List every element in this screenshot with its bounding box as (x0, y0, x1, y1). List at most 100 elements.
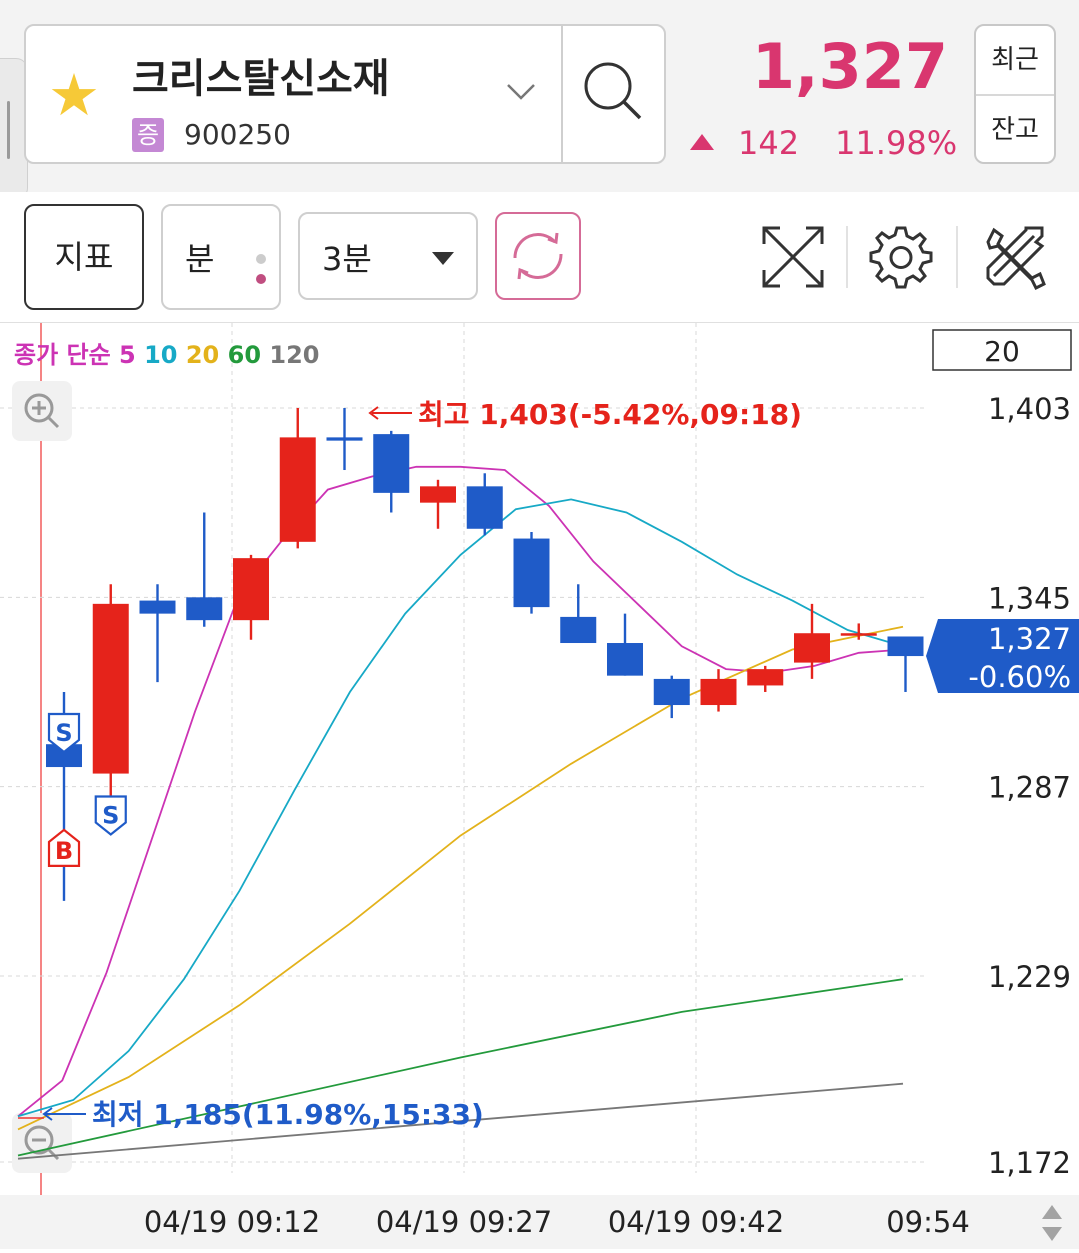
divider (956, 226, 958, 288)
legend-prefix: 종가 단순 (14, 341, 119, 369)
ma-line-10 (17, 498, 904, 1118)
candle (326, 408, 363, 471)
ma-line-20 (17, 625, 904, 1131)
zoom-out-icon[interactable] (12, 1113, 72, 1173)
candle-body (466, 486, 503, 529)
period-value: 20 (984, 335, 1020, 368)
candle-body (373, 434, 410, 493)
candle-body (279, 437, 316, 542)
change-percent: 11.98% (835, 124, 958, 162)
search-icon[interactable] (578, 56, 650, 128)
up-down-icon[interactable] (1040, 1203, 1064, 1243)
indicator-button[interactable]: 지표 (24, 204, 144, 310)
chart-svg[interactable]: 종가 단순 5 10 20 60 120 20SBS최고 1,403(-5.42%… (0, 323, 1079, 1195)
candle (747, 665, 784, 692)
interval-select[interactable]: 3분 (298, 212, 478, 300)
y-tick-label: 1,345 (988, 581, 1071, 615)
marker-label: S (55, 719, 72, 747)
candle-body (139, 600, 176, 614)
ma-line-5 (17, 465, 904, 1117)
candle-body (607, 643, 643, 676)
zoom-button-bg (12, 381, 72, 441)
candle-body (560, 616, 597, 644)
price-change: 142 11.98% (690, 124, 957, 162)
ma-legend: 종가 단순 5 10 20 60 120 (14, 341, 320, 369)
candle-body (794, 633, 830, 663)
candle-body (92, 603, 129, 774)
balance-button[interactable]: 잔고 (976, 96, 1054, 164)
chevron-down-icon[interactable] (506, 76, 536, 106)
x-tick-label: 04/19 09:27 (376, 1205, 552, 1239)
candle-body (700, 678, 737, 706)
refresh-button[interactable] (495, 212, 581, 300)
candle-body (887, 636, 924, 657)
x-tick-label: 04/19 09:42 (608, 1205, 784, 1239)
expand-icon[interactable] (758, 222, 828, 292)
price-tag-value: 1,327 (988, 622, 1071, 656)
legend-series-5: 5 (119, 341, 144, 369)
y-tick-label: 1,287 (988, 771, 1071, 805)
change-amount: 142 (738, 124, 800, 162)
zoom-button-bg (12, 1113, 72, 1173)
candle (513, 532, 550, 614)
stock-selector[interactable]: ★ 크리스탈신소재 증 900250 (24, 24, 666, 164)
side-buttons: 최근 잔고 (974, 24, 1056, 164)
up-triangle-icon (690, 134, 714, 150)
candle-body (233, 558, 269, 621)
interval-label: 3분 (322, 240, 372, 278)
market-badge: 증 (132, 118, 164, 152)
refresh-icon (513, 232, 563, 280)
candle-body (840, 633, 877, 636)
candle-body (186, 597, 223, 621)
chart-toolbar: 지표 분 3분 (0, 192, 1079, 323)
x-tick-label: 09:54 (886, 1205, 970, 1239)
unit-label: 분 (185, 240, 215, 278)
gear-icon[interactable] (866, 222, 936, 292)
price-tag-percent: -0.60% (968, 660, 1071, 694)
candle-body (513, 538, 550, 608)
handle-grip (7, 101, 10, 159)
sell-marker: S (94, 795, 127, 836)
candle (92, 584, 129, 810)
legend-series-60: 60 (228, 341, 270, 369)
tools-icon[interactable] (980, 222, 1050, 292)
marker-label: B (55, 837, 73, 865)
candle (420, 479, 456, 529)
marker-label: S (102, 801, 119, 829)
legend-series-120: 120 (269, 341, 319, 369)
candle-body (326, 437, 363, 441)
y-tick-label: 1,172 (988, 1146, 1071, 1180)
x-tick-label: 04/19 09:12 (144, 1205, 320, 1239)
star-icon[interactable]: ★ (48, 66, 106, 124)
stock-code: 900250 (184, 118, 291, 151)
dot-icon (256, 254, 266, 264)
divider (846, 226, 848, 288)
candle (233, 554, 269, 640)
dot-icon (256, 274, 266, 284)
stock-name: 크리스탈신소재 (132, 56, 390, 102)
buy-marker: B (47, 828, 81, 867)
caret-down-icon (432, 252, 454, 265)
y-tick-label: 1,229 (988, 960, 1071, 994)
candle (279, 408, 316, 549)
candle (700, 669, 737, 712)
legend-series-20: 20 (186, 341, 228, 369)
x-axis: 04/19 09:12 04/19 09:27 04/19 09:42 09:54 (144, 1205, 970, 1239)
candle-body (747, 669, 784, 686)
candle-body (420, 486, 456, 503)
high-annotation: 최고 1,403(-5.42%,09:18) (368, 398, 802, 431)
recent-button[interactable]: 최근 (976, 26, 1054, 96)
current-price: 1,327 (751, 30, 948, 103)
zoom-in-icon[interactable] (12, 381, 72, 441)
candle (607, 613, 643, 676)
time-axis-bar: 04/19 09:12 04/19 09:27 04/19 09:42 09:54 (0, 1195, 1079, 1249)
divider (561, 26, 563, 162)
unit-button[interactable]: 분 (161, 204, 281, 310)
candle (560, 584, 597, 644)
low-annotation: 최저 1,185(11.98%,15:33) (18, 1098, 484, 1131)
candle (373, 430, 410, 513)
high-annotation-text: 최고 1,403(-5.42%,09:18) (418, 398, 802, 431)
candle (887, 636, 924, 692)
candle (466, 473, 503, 536)
price-chart[interactable]: 종가 단순 5 10 20 60 120 20 S B S 최고 1,403(-5.42%… (0, 323, 1079, 1195)
